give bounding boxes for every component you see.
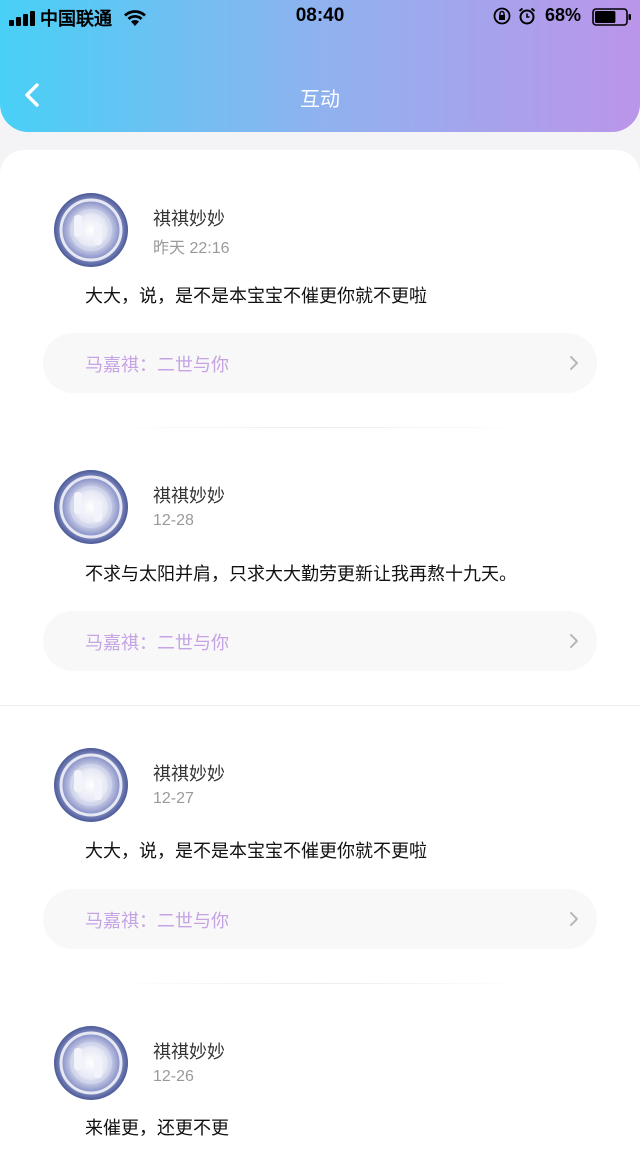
avatar[interactable] — [54, 748, 128, 822]
divider — [110, 983, 530, 984]
divider — [0, 705, 640, 706]
comment-text: 来催更，还更不更 — [85, 1118, 229, 1139]
avatar[interactable] — [54, 470, 128, 544]
post-time: 12-27 — [153, 790, 194, 807]
avatar[interactable] — [54, 1026, 128, 1100]
post-time: 昨天 22:16 — [153, 240, 230, 257]
divider — [110, 427, 530, 428]
work-title: 马嘉祺：二世与你 — [85, 355, 229, 376]
comment-text: 大大，说，是不是本宝宝不催更你就不更啦 — [85, 286, 427, 307]
comment-text: 不求与太阳并肩，只求大大勤劳更新让我再熬十九天。 — [85, 564, 517, 585]
battery-icon — [592, 8, 631, 26]
battery-percent: 68% — [545, 5, 582, 25]
work-link[interactable]: 马嘉祺：二世与你 — [43, 611, 597, 671]
chevron-right-icon — [570, 912, 578, 926]
work-link[interactable]: 马嘉祺：二世与你 — [43, 889, 597, 949]
post-time: 12-28 — [153, 512, 194, 529]
status-time: 08:40 — [295, 5, 345, 26]
comment-text: 大大，说，是不是本宝宝不催更你就不更啦 — [85, 841, 427, 862]
user-name: 祺祺妙妙 — [153, 486, 225, 507]
header-bar: 中国联通 08:40 68% 互动 — [0, 0, 640, 132]
work-title: 马嘉祺：二世与你 — [85, 911, 229, 932]
work-title: 马嘉祺：二世与你 — [85, 633, 229, 654]
chevron-right-icon — [570, 634, 578, 648]
avatar[interactable] — [54, 193, 128, 267]
alarm-icon — [518, 7, 536, 25]
user-name: 祺祺妙妙 — [153, 1042, 225, 1063]
user-name: 祺祺妙妙 — [153, 764, 225, 785]
work-link[interactable]: 马嘉祺：二世与你 — [43, 333, 597, 393]
status-bar: 中国联通 08:40 68% — [0, 0, 640, 34]
page-title: 互动 — [300, 87, 340, 111]
user-name: 祺祺妙妙 — [153, 209, 225, 230]
chevron-right-icon — [570, 356, 578, 370]
rotation-lock-icon — [493, 7, 511, 25]
post-time: 12-26 — [153, 1068, 194, 1085]
